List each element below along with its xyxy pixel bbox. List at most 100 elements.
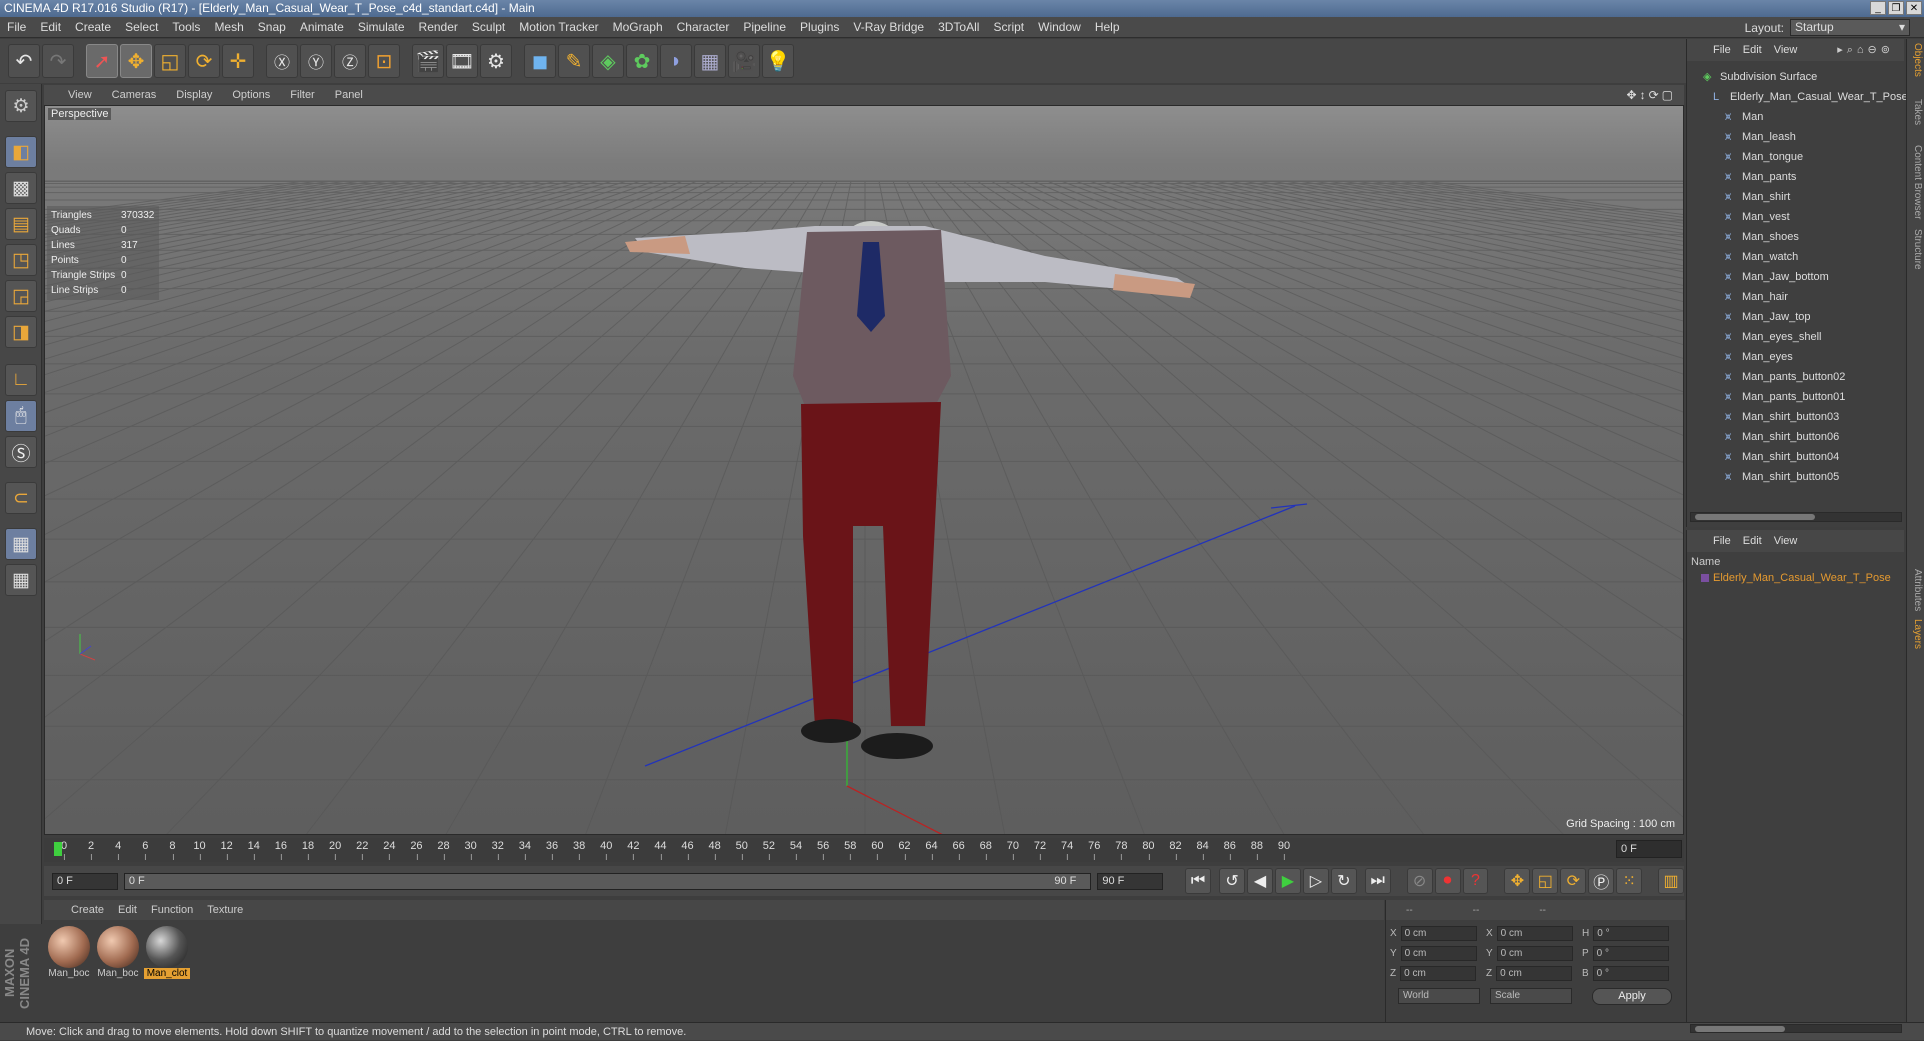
side-tab-structure[interactable]: Structure (1909, 229, 1923, 270)
select-live-icon[interactable]: ➚ (86, 44, 118, 78)
minimize-icon[interactable]: _ (1870, 1, 1886, 15)
last-tool-icon[interactable]: ✛ (222, 44, 254, 78)
object-item[interactable]: ⩙ Man_shirt_button04 (1725, 447, 1839, 467)
apply-button[interactable]: Apply (1592, 988, 1672, 1005)
timeline[interactable]: 0 2 4 6 8 10 12 14 16 18 20 22 24 26 28 30 32 34 36 38 40 42 4… (44, 838, 1684, 862)
texture-mode-icon[interactable]: ▩ (5, 172, 37, 204)
key-rotation-icon[interactable]: ⟳ (1560, 868, 1587, 894)
layout-dropdown[interactable]: Startup (1790, 19, 1910, 36)
key-position-icon[interactable]: ✥ (1504, 868, 1531, 894)
object-menu-view[interactable]: View (1768, 44, 1804, 56)
object-group[interactable]: L Elderly_Man_Casual_Wear_T_Pose (1713, 87, 1908, 107)
side-tab-content-browser[interactable]: Content Browser (1909, 145, 1923, 219)
goto-start-icon[interactable]: ⏮ (1185, 868, 1212, 894)
menu-item-window[interactable]: Window (1031, 20, 1088, 34)
coord-field[interactable]: 0 cm (1496, 946, 1573, 961)
object-item[interactable]: ⩙ Man_pants_button01 (1725, 387, 1845, 407)
menu-item-script[interactable]: Script (986, 20, 1031, 34)
record-icon[interactable]: ⏺ (1434, 868, 1461, 894)
viewport-perspective[interactable]: Perspective Triangles 370332 Quads 0 Lines 31… (44, 105, 1684, 835)
make-editable-icon[interactable]: ⚙ (5, 90, 37, 122)
cube-icon[interactable]: ◼ (524, 44, 556, 78)
keyframe-selection-icon[interactable]: ⊘ (1406, 868, 1433, 894)
material-menu-edit[interactable]: Edit (111, 904, 144, 916)
menu-item-sculpt[interactable]: Sculpt (465, 20, 512, 34)
current-frame-field[interactable]: 0 F (1616, 840, 1682, 858)
viewport-menu-panel[interactable]: Panel (325, 89, 373, 101)
end-frame-field[interactable]: 90 F (1097, 872, 1164, 890)
material-item[interactable]: Man_boc (46, 926, 92, 979)
object-subdivision-surface[interactable]: ◈ Subdivision Surface (1703, 67, 1817, 87)
restore-icon[interactable]: ❐ (1888, 1, 1904, 15)
menu-item-create[interactable]: Create (68, 20, 118, 34)
menu-item-snap[interactable]: Snap (251, 20, 293, 34)
menu-item-edit[interactable]: Edit (33, 20, 68, 34)
camera-icon[interactable]: 🎥 (728, 44, 760, 78)
timeline-ruler[interactable]: 0 2 4 6 8 10 12 14 16 18 20 22 24 26 28 30 32 34 36 38 40 42 4… (56, 840, 1612, 860)
lock-workplane-icon[interactable]: ▦ (5, 528, 37, 560)
x-axis-icon[interactable]: Ⓧ (266, 44, 298, 78)
coord-field[interactable]: 0 ° (1592, 946, 1669, 961)
menu-item-pipeline[interactable]: Pipeline (736, 20, 793, 34)
viewport-label[interactable]: Perspective (48, 108, 112, 120)
side-tab-attributes[interactable]: Attributes (1909, 569, 1923, 611)
key-pla-icon[interactable]: ⁙ (1616, 868, 1643, 894)
object-item[interactable]: ⩙ Man (1725, 107, 1763, 127)
object-item[interactable]: ⩙ Man_shirt (1725, 187, 1790, 207)
menu-item-mograph[interactable]: MoGraph (606, 20, 670, 34)
floor-icon[interactable]: ▦ (694, 44, 726, 78)
elderly-man-model[interactable] (625, 221, 1195, 759)
coord-field[interactable]: 0 cm (1400, 946, 1477, 961)
viewport-menu-cameras[interactable]: Cameras (102, 89, 167, 101)
prev-frame-icon[interactable]: ◀ (1247, 868, 1273, 894)
workplane-icon[interactable]: ▤ (5, 208, 37, 240)
key-param-icon[interactable]: Ⓟ (1588, 868, 1615, 894)
coord-field[interactable]: 0 cm (1496, 966, 1573, 981)
menu-item-select[interactable]: Select (118, 20, 165, 34)
menu-item-file[interactable]: File (0, 20, 33, 34)
viewport-menu-display[interactable]: Display (166, 89, 222, 101)
material-menu-create[interactable]: Create (64, 904, 111, 916)
z-axis-icon[interactable]: Ⓩ (334, 44, 366, 78)
start-frame-field[interactable]: 0 F (52, 872, 118, 890)
layer-scrollbar[interactable] (1690, 1024, 1902, 1033)
coord-field[interactable]: 0 cm (1400, 966, 1477, 981)
key-scale-icon[interactable]: ◱ (1532, 868, 1559, 894)
viewport-menu-filter[interactable]: Filter (280, 89, 324, 101)
menu-item-plugins[interactable]: Plugins (793, 20, 846, 34)
layer-menu-file[interactable]: File (1707, 535, 1737, 547)
object-tools-icons[interactable]: ▸⌕⌂⊖⊚ (1837, 43, 1894, 57)
frame-range-slider[interactable]: 0 F 90 F (123, 872, 1092, 890)
object-item[interactable]: ⩙ Man_eyes_shell (1725, 327, 1822, 347)
object-item[interactable]: ⩙ Man_watch (1725, 247, 1798, 267)
layer-color-swatch[interactable] (1701, 574, 1709, 582)
model-mode-icon[interactable]: ◧ (5, 136, 37, 168)
coord-field[interactable]: 0 cm (1400, 926, 1477, 941)
side-tab-objects[interactable]: Objects (1909, 43, 1923, 77)
snap-icon[interactable]: Ⓢ (5, 436, 37, 468)
timeline-window-icon[interactable]: ▥ (1658, 868, 1685, 894)
render-picture-viewer-icon[interactable]: 🎞 (446, 44, 478, 78)
object-menu-edit[interactable]: Edit (1737, 44, 1768, 56)
object-item[interactable]: ⩙ Man_eyes (1725, 347, 1793, 367)
render-settings-icon[interactable]: ⚙ (480, 44, 512, 78)
side-tab-takes[interactable]: Takes (1909, 99, 1923, 125)
coordinate-system-icon[interactable]: ⊡ (368, 44, 400, 78)
undo-icon[interactable]: ↶ (8, 44, 40, 78)
coordinate-mode-dropdown[interactable]: Scale (1490, 988, 1572, 1004)
material-menu-function[interactable]: Function (144, 904, 200, 916)
layer-menu-view[interactable]: View (1768, 535, 1804, 547)
coord-field[interactable]: 0 ° (1593, 926, 1670, 941)
menu-item-motion-tracker[interactable]: Motion Tracker (512, 20, 605, 34)
scale-icon[interactable]: ◱ (154, 44, 186, 78)
rotate-icon[interactable]: ⟳ (188, 44, 220, 78)
goto-end-icon[interactable]: ⏭ (1364, 868, 1391, 894)
object-item[interactable]: ⩙ Man_leash (1725, 127, 1796, 147)
next-key-icon[interactable]: ↻ (1330, 868, 1357, 894)
side-tab-layers[interactable]: Layers (1909, 619, 1923, 649)
playhead[interactable] (54, 842, 62, 856)
edges-mode-icon[interactable]: ◲ (5, 280, 37, 312)
prev-key-icon[interactable]: ↺ (1219, 868, 1245, 894)
play-icon[interactable]: ▶ (1274, 868, 1301, 894)
menu-item-mesh[interactable]: Mesh (207, 20, 250, 34)
